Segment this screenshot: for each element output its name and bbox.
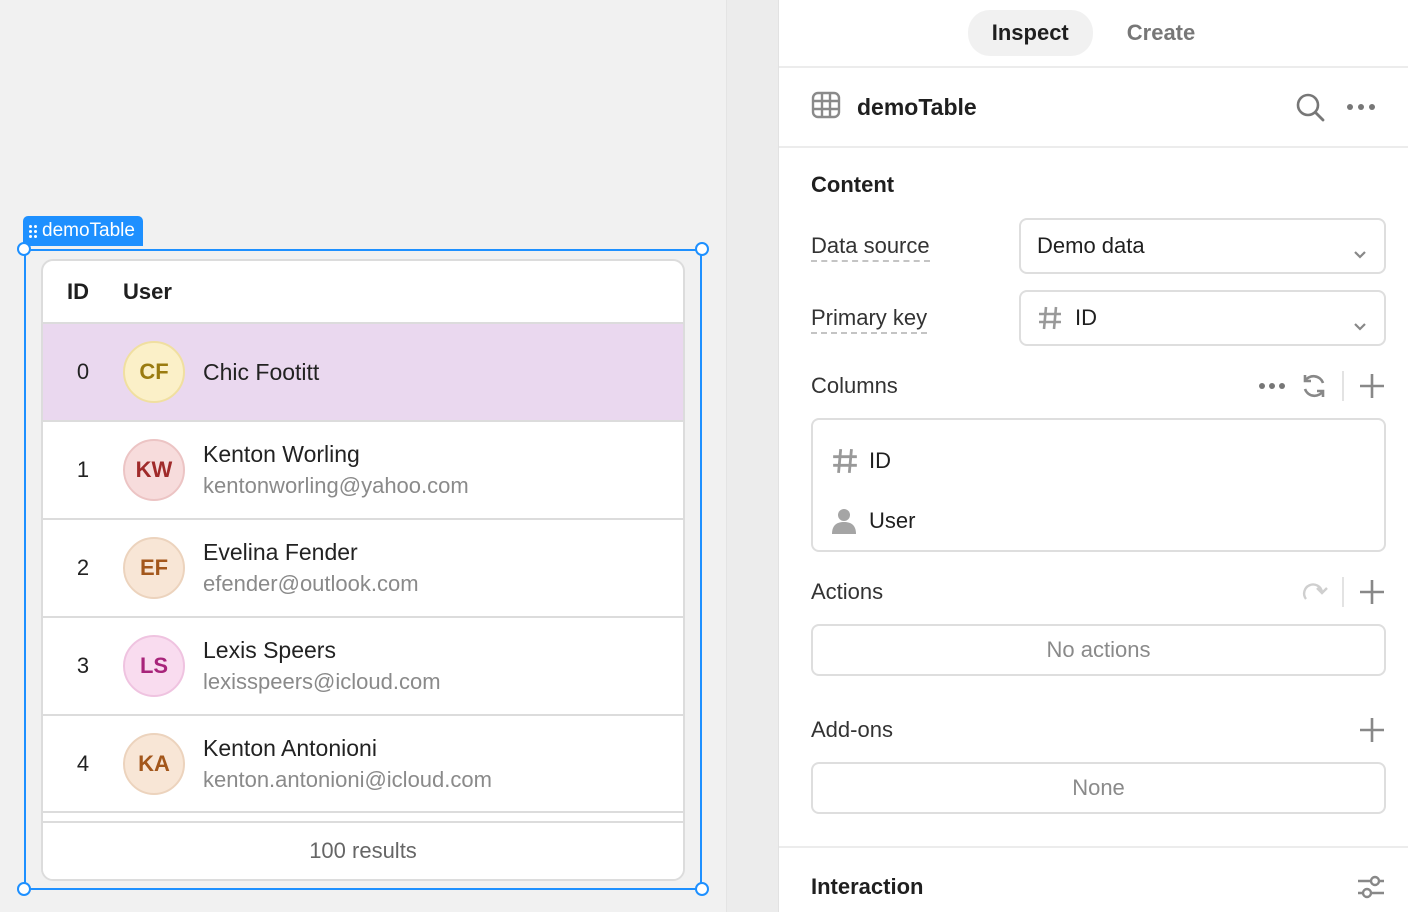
canvas-gutter	[726, 0, 778, 912]
component-name[interactable]: demoTable	[857, 94, 1294, 121]
more-options-icon[interactable]	[1346, 103, 1376, 111]
hash-icon	[1037, 305, 1063, 331]
panel-tabs: Inspect Create	[779, 0, 1408, 68]
interaction-title: Interaction	[811, 874, 924, 899]
data-source-field: Data source Demo data	[811, 218, 1386, 274]
resize-handle-top-right[interactable]	[695, 242, 709, 256]
actions-empty[interactable]: No actions	[811, 624, 1386, 676]
component-header: demoTable	[779, 68, 1408, 148]
content-section: Content Data source Demo data Primary ke…	[779, 172, 1408, 814]
selection-frame	[24, 249, 702, 890]
column-item-label: ID	[869, 448, 891, 473]
user-icon	[831, 507, 869, 535]
chevron-down-icon	[1352, 240, 1368, 266]
columns-header: Columns	[811, 366, 1386, 406]
data-source-select[interactable]: Demo data	[1019, 218, 1386, 274]
addons-header: Add-ons	[811, 710, 1386, 750]
primary-key-select[interactable]: ID	[1019, 290, 1386, 346]
canvas-area[interactable]: demoTable ID User 0 CF Chic Footitt 1 KW…	[0, 0, 726, 912]
toolbar-divider	[1342, 577, 1344, 607]
refresh-icon[interactable]	[1300, 372, 1328, 400]
data-source-label: Data source	[811, 233, 930, 262]
columns-list: ID User	[811, 418, 1386, 552]
column-item-id[interactable]: ID	[831, 436, 1366, 486]
add-column-icon[interactable]	[1358, 372, 1386, 400]
addons-empty[interactable]: None	[811, 762, 1386, 814]
selection-label[interactable]: demoTable	[23, 216, 143, 246]
drag-handle-icon[interactable]	[29, 224, 37, 238]
add-action-icon[interactable]	[1358, 578, 1386, 606]
resize-handle-top-left[interactable]	[17, 242, 31, 256]
table-icon	[811, 90, 841, 125]
tab-create[interactable]: Create	[1103, 10, 1219, 56]
primary-key-field: Primary key ID	[811, 290, 1386, 346]
redo-icon	[1302, 579, 1328, 605]
more-options-icon[interactable]	[1258, 382, 1286, 390]
settings-sliders-icon[interactable]	[1356, 874, 1386, 900]
addons-title: Add-ons	[811, 717, 893, 742]
interaction-section[interactable]: Interaction	[779, 848, 1408, 912]
actions-title: Actions	[811, 579, 884, 604]
toolbar-divider	[1342, 371, 1344, 401]
content-title: Content	[811, 172, 895, 197]
selection-label-text: demoTable	[42, 220, 135, 241]
primary-key-value: ID	[1075, 305, 1097, 330]
primary-key-label: Primary key	[811, 305, 928, 334]
actions-header: Actions	[811, 572, 1386, 612]
add-addon-icon[interactable]	[1358, 716, 1386, 744]
column-item-label: User	[869, 508, 916, 533]
resize-handle-bottom-left[interactable]	[17, 882, 31, 896]
inspector-panel: Inspect Create demoTable Content Data so…	[778, 0, 1408, 912]
column-item-user[interactable]: User	[831, 496, 1366, 546]
tab-inspect[interactable]: Inspect	[967, 10, 1093, 56]
data-source-value: Demo data	[1037, 233, 1145, 258]
columns-title: Columns	[811, 373, 898, 398]
resize-handle-bottom-right[interactable]	[695, 882, 709, 896]
search-icon[interactable]	[1294, 91, 1326, 123]
hash-icon	[831, 447, 869, 475]
chevron-down-icon	[1352, 312, 1368, 338]
